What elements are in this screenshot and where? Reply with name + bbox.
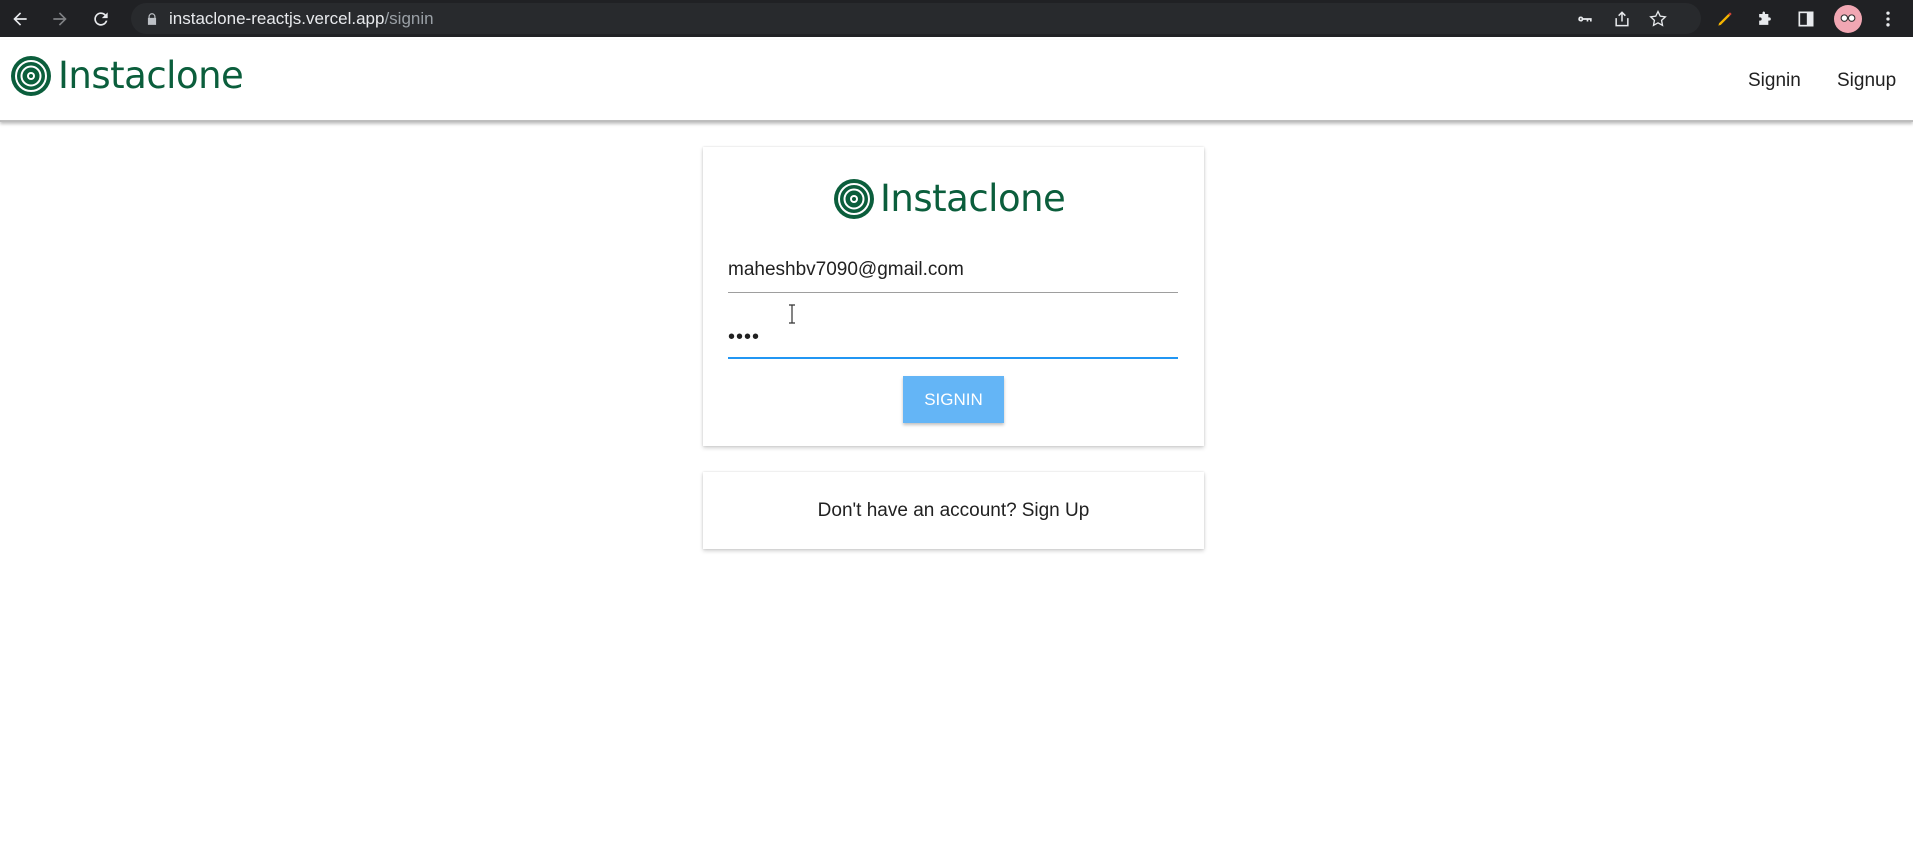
brand-logo[interactable]: Instaclone bbox=[10, 54, 244, 97]
pen-icon[interactable] bbox=[1713, 7, 1737, 31]
star-icon[interactable] bbox=[1647, 8, 1669, 30]
forward-button[interactable] bbox=[45, 4, 75, 34]
card-brand-name: Instaclone bbox=[880, 177, 1066, 220]
email-value: maheshbv7090@gmail.com bbox=[728, 259, 964, 280]
forward-arrow-icon bbox=[53, 12, 67, 26]
puzzle-icon[interactable] bbox=[1753, 7, 1777, 31]
brand-name: Instaclone bbox=[58, 54, 244, 97]
url-host: instaclone-reactjs.vercel.app bbox=[169, 8, 385, 28]
signup-link[interactable]: Sign Up bbox=[1022, 500, 1090, 522]
reload-button[interactable] bbox=[86, 4, 116, 34]
nav-signin-link[interactable]: Signin bbox=[1748, 70, 1801, 92]
address-bar[interactable]: instaclone-reactjs.vercel.app/signin bbox=[131, 3, 1701, 34]
app-header: Instaclone Signin Signup bbox=[0, 40, 1913, 122]
sidepanel-icon[interactable] bbox=[1794, 7, 1818, 31]
url-path: /signin bbox=[384, 8, 434, 28]
email-field[interactable]: maheshbv7090@gmail.com bbox=[728, 253, 1178, 293]
avatar[interactable] bbox=[1834, 5, 1862, 33]
back-button[interactable] bbox=[5, 4, 35, 34]
kebab-menu-icon[interactable] bbox=[1876, 7, 1900, 31]
email-underline bbox=[728, 292, 1178, 293]
back-arrow-icon bbox=[13, 12, 27, 26]
target-logo-icon bbox=[834, 178, 874, 219]
browser-toolbar: instaclone-reactjs.vercel.app/signin bbox=[0, 0, 1913, 37]
password-underline bbox=[728, 357, 1178, 359]
card-brand-logo: Instaclone bbox=[833, 177, 1066, 220]
target-logo-icon bbox=[11, 55, 51, 96]
key-icon[interactable] bbox=[1574, 8, 1596, 30]
signup-card: Don't have an account? Sign Up bbox=[703, 472, 1204, 549]
text-cursor-icon bbox=[789, 304, 795, 324]
password-field[interactable]: •••• bbox=[728, 319, 1178, 359]
reload-icon bbox=[94, 12, 108, 26]
nav-signup-link[interactable]: Signup bbox=[1837, 70, 1896, 92]
password-value: •••• bbox=[728, 326, 761, 348]
signup-question: Don't have an account? bbox=[817, 499, 1017, 521]
signin-button[interactable]: SIGNIN bbox=[903, 376, 1004, 423]
lock-icon bbox=[147, 12, 157, 25]
share-icon[interactable] bbox=[1611, 8, 1633, 30]
signin-card: Instaclone maheshbv7090@gmail.com •••• S… bbox=[703, 147, 1204, 446]
